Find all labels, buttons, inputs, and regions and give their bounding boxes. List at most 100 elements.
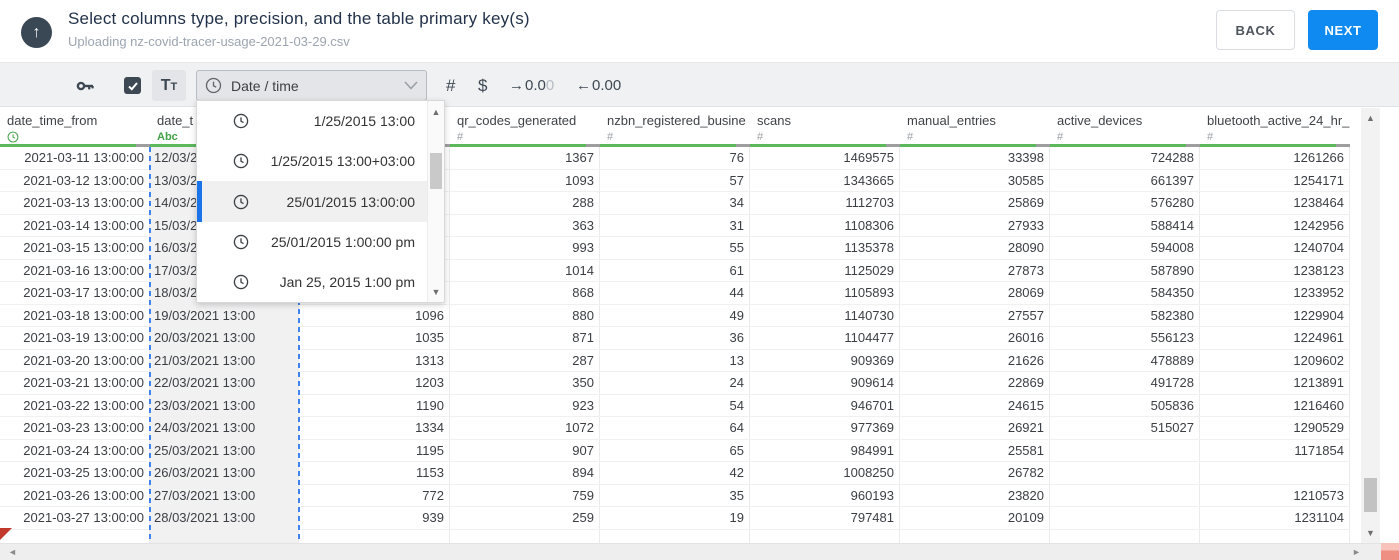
upload-icon: ↑: [21, 17, 52, 48]
cell: 13: [600, 349, 750, 371]
column-header-qr_codes_generated[interactable]: qr_codes_generated #: [450, 108, 600, 147]
text-type-button[interactable]: Tt: [152, 70, 186, 101]
cell: 1112703: [750, 192, 900, 214]
cell: 556123: [1050, 327, 1200, 349]
column-header-nzbn_registered_busine[interactable]: nzbn_registered_busine #: [600, 108, 750, 147]
back-button[interactable]: BACK: [1216, 10, 1295, 50]
wizard-header: ↑ Select columns type, precision, and th…: [0, 0, 1399, 62]
number-type-icon: #: [1057, 131, 1064, 143]
cell: 25581: [900, 439, 1050, 461]
cell: [900, 529, 1050, 543]
cell: 491728: [1050, 372, 1200, 394]
scroll-down-icon[interactable]: ▼: [1361, 528, 1380, 538]
clock-icon: [233, 194, 249, 209]
date-format-dropdown: 1/25/2015 13:00 1/25/2015 13:00+03:00 25…: [196, 100, 445, 303]
cell: 1334: [299, 417, 450, 439]
cell: 287: [450, 349, 600, 371]
column-type-select[interactable]: Date / time: [196, 70, 427, 101]
cell: 2021-03-14 13:00:00: [0, 214, 150, 236]
upload-arrow-glyph: ↑: [32, 23, 41, 41]
text-type-icon: Abc: [157, 131, 178, 143]
cell: 923: [450, 394, 600, 416]
column-header-bluetooth_active_24_hr_[interactable]: bluetooth_active_24_hr_ #: [1200, 108, 1350, 147]
column-header-manual_entries[interactable]: manual_entries #: [900, 108, 1050, 147]
cell: 1014: [450, 259, 600, 281]
scroll-down-icon[interactable]: ▼: [428, 287, 444, 297]
dropdown-option[interactable]: 1/25/2015 13:00+03:00: [197, 141, 427, 181]
table-row: 2021-03-27 13:00:00 28/03/2021 13:00 939 25…: [0, 507, 1350, 530]
dropdown-scrollbar[interactable]: ▲ ▼: [427, 101, 444, 302]
cell: 55: [600, 237, 750, 259]
cell: 1238464: [1200, 192, 1350, 214]
cell: 28069: [900, 282, 1050, 304]
cell: 1224961: [1200, 327, 1350, 349]
cell: 19/03/2021 13:00: [150, 304, 299, 326]
cell: 27873: [900, 259, 1050, 281]
increase-decimal-faded-digit: 0: [545, 77, 555, 94]
cell: 1229904: [1200, 304, 1350, 326]
currency-format-button[interactable]: $: [478, 63, 487, 108]
cell: 587890: [1050, 259, 1200, 281]
cell: 880: [450, 304, 600, 326]
vertical-scrollbar[interactable]: ▲ ▼: [1361, 108, 1380, 543]
cell: 993: [450, 237, 600, 259]
cell: 515027: [1050, 417, 1200, 439]
cell: 21626: [900, 349, 1050, 371]
cell: 23/03/2021 13:00: [150, 394, 299, 416]
cell: 61: [600, 259, 750, 281]
column-header-date_time_from[interactable]: date_time_from: [0, 108, 150, 147]
cell: 1209602: [1200, 349, 1350, 371]
vertical-scrollbar-thumb[interactable]: [1364, 478, 1377, 512]
decrease-decimal-value: 0.00: [592, 77, 622, 94]
arrow-right-icon: →: [509, 77, 524, 94]
include-column-checkbox[interactable]: [124, 77, 141, 94]
cell: 49: [600, 304, 750, 326]
cell: 871: [450, 327, 600, 349]
dropdown-option[interactable]: 25/01/2015 1:00:00 pm: [197, 222, 427, 262]
cell: 25/03/2021 13:00: [150, 439, 299, 461]
cell: 1035: [299, 327, 450, 349]
scroll-up-icon[interactable]: ▲: [1361, 113, 1380, 123]
check-icon: [127, 81, 138, 91]
decrease-decimal-button[interactable]: ← 0.00: [576, 63, 621, 108]
cell: 1210573: [1200, 484, 1350, 506]
dropdown-option[interactable]: Jan 25, 2015 1:00 pm: [197, 262, 427, 302]
cell: [600, 529, 750, 543]
scroll-left-icon[interactable]: ◄: [8, 545, 17, 560]
cell: 1072: [450, 417, 600, 439]
cell: 1140730: [750, 304, 900, 326]
scroll-right-icon[interactable]: ►: [1352, 545, 1361, 560]
dropdown-option[interactable]: 1/25/2015 13:00: [197, 101, 427, 141]
cell: 28090: [900, 237, 1050, 259]
column-header-scans[interactable]: scans #: [750, 108, 900, 147]
cell: 1171854: [1200, 439, 1350, 461]
primary-key-button[interactable]: [74, 63, 96, 108]
number-format-button[interactable]: #: [446, 63, 455, 108]
cell: 57: [600, 169, 750, 191]
next-button[interactable]: NEXT: [1308, 10, 1378, 50]
cell: [150, 529, 299, 543]
cell: 2021-03-27 13:00:00: [0, 507, 150, 529]
cell: 54: [600, 394, 750, 416]
number-type-icon: #: [457, 131, 464, 143]
cell: 1125029: [750, 259, 900, 281]
cell: 259: [450, 507, 600, 529]
cell: 724288: [1050, 147, 1200, 169]
cell: 772: [299, 484, 450, 506]
cell: 27557: [900, 304, 1050, 326]
cell: 2021-03-21 13:00:00: [0, 372, 150, 394]
cell: 1367: [450, 147, 600, 169]
column-header-active_devices[interactable]: active_devices #: [1050, 108, 1200, 147]
cell: 2021-03-12 13:00:00: [0, 169, 150, 191]
scroll-up-icon[interactable]: ▲: [428, 107, 444, 117]
cell: 350: [450, 372, 600, 394]
increase-decimal-button[interactable]: → 0.0 0: [509, 63, 554, 108]
horizontal-scrollbar[interactable]: ◄ ►: [0, 543, 1381, 560]
cell: 288: [450, 192, 600, 214]
table-row: 2021-03-22 13:00:00 23/03/2021 13:00 1190 9…: [0, 394, 1350, 417]
uploading-filename: Uploading nz-covid-tracer-usage-2021-03-…: [68, 34, 350, 49]
number-type-icon: #: [757, 131, 764, 143]
dropdown-option[interactable]: 25/01/2015 13:00:00: [197, 181, 427, 222]
dropdown-scrollbar-thumb[interactable]: [430, 153, 442, 189]
cell: 31: [600, 214, 750, 236]
